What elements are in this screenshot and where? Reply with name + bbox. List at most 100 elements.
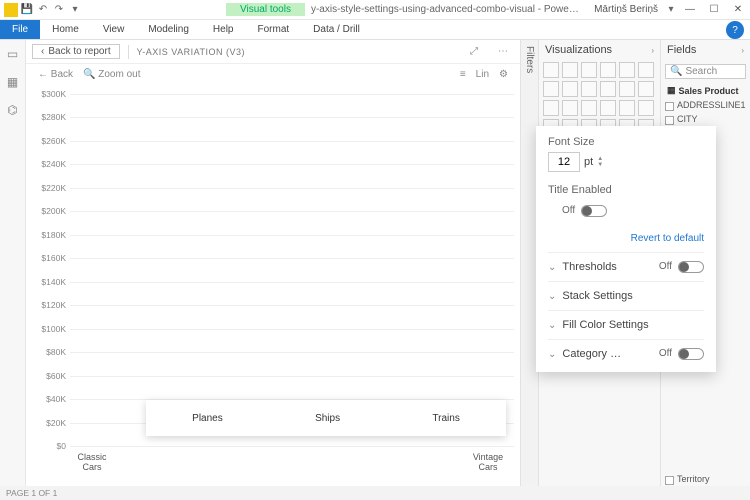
popup-cat: Ships <box>315 413 340 424</box>
visual-options-icon[interactable]: ⋯ <box>492 46 514 57</box>
field-row[interactable]: CITY <box>661 112 750 126</box>
signed-in-user[interactable]: Mārtiņš Beriņš <box>588 4 664 15</box>
visual-type-icon[interactable] <box>619 62 635 78</box>
chart-settings-icon[interactable]: ⚙ <box>499 69 508 80</box>
y-axis-tick: $60K <box>32 371 70 381</box>
chevron-right-icon[interactable]: › <box>651 46 654 55</box>
visual-type-icon[interactable] <box>600 100 616 116</box>
close-button[interactable]: ✕ <box>726 1 750 19</box>
visual-type-icon[interactable] <box>543 81 559 97</box>
tab-data-drill[interactable]: Data / Drill <box>301 20 372 39</box>
user-dropdown-icon[interactable]: ▾ <box>664 3 678 17</box>
chevron-down-icon: ⌄ <box>548 291 556 302</box>
x-axis-label <box>114 450 158 480</box>
report-view-icon[interactable]: ▭ <box>5 46 21 62</box>
visual-type-icon[interactable] <box>543 100 559 116</box>
back-to-report-button[interactable]: ‹ Back to report <box>32 44 120 59</box>
redo-icon[interactable]: ↷ <box>52 3 66 17</box>
popover-section-category[interactable]: ⌄Category … Off <box>548 339 704 368</box>
app-logo <box>4 3 18 17</box>
title-enabled-label: Title Enabled <box>548 184 704 196</box>
table-node[interactable]: ▦ Sales Product <box>661 83 750 98</box>
back-to-report-label: Back to report <box>48 46 110 57</box>
contextual-tab[interactable]: Visual tools <box>226 3 305 16</box>
chevron-right-icon[interactable]: › <box>741 46 744 55</box>
visual-type-icon[interactable] <box>562 62 578 78</box>
visualizations-header: Visualizations <box>545 44 612 56</box>
popover-section-stack[interactable]: ⌄Stack Settings <box>548 281 704 310</box>
save-icon[interactable]: 💾 <box>20 3 34 17</box>
tab-modeling[interactable]: Modeling <box>136 20 201 39</box>
help-icon[interactable]: ? <box>726 21 744 39</box>
popover-section-thresholds[interactable]: ⌄Thresholds Off <box>548 252 704 281</box>
field-checkbox[interactable] <box>665 116 674 125</box>
x-axis-label: Classic Cars <box>70 450 114 480</box>
chevron-left-icon: ‹ <box>41 46 44 57</box>
toggle-state-label: Off <box>562 205 575 216</box>
field-checkbox[interactable] <box>665 102 674 111</box>
field-checkbox[interactable] <box>665 476 674 485</box>
y-axis-tick: $200K <box>32 206 70 216</box>
page-tab-name: Y-AXIS VARIATION (V3) <box>137 47 245 57</box>
category-toggle[interactable]: Off <box>659 348 704 360</box>
y-axis-tick: $180K <box>32 230 70 240</box>
font-size-input[interactable] <box>548 152 580 172</box>
visual-type-icon[interactable] <box>600 81 616 97</box>
tab-format[interactable]: Format <box>245 20 301 39</box>
chart-zoom-out-button[interactable]: 🔍 Zoom out <box>83 69 140 80</box>
tab-file[interactable]: File <box>0 20 40 39</box>
x-axis-label: Vintage Cars <box>466 450 510 480</box>
focus-mode-icon[interactable]: ⤢ <box>464 46 484 57</box>
y-axis-tick: $160K <box>32 253 70 263</box>
y-axis-tick: $100K <box>32 324 70 334</box>
fields-search-input[interactable]: 🔍 Search <box>665 64 746 79</box>
visual-type-icon[interactable] <box>600 62 616 78</box>
x-axis-label <box>290 450 334 480</box>
model-view-icon[interactable]: ⌬ <box>5 102 21 118</box>
filters-label: Filters <box>524 40 535 73</box>
title-enabled-toggle[interactable]: Off <box>562 205 607 217</box>
x-axis-label <box>334 450 378 480</box>
ribbon-tabs: File Home View Modeling Help Format Data… <box>0 20 750 40</box>
chart-scale-lin[interactable]: Lin <box>476 69 489 80</box>
y-axis-tick: $20K <box>32 418 70 428</box>
visual-type-icon[interactable] <box>581 81 597 97</box>
tab-view[interactable]: View <box>91 20 137 39</box>
visual-type-icon[interactable] <box>581 100 597 116</box>
minimize-button[interactable]: — <box>678 1 702 19</box>
maximize-button[interactable]: ☐ <box>702 1 726 19</box>
undo-icon[interactable]: ↶ <box>36 3 50 17</box>
chart-menu-icon[interactable]: ≡ <box>460 69 466 80</box>
qat-dropdown-icon[interactable]: ▾ <box>68 3 82 17</box>
x-axis-label <box>422 450 466 480</box>
axis-tooltip-popup: Planes Ships Trains <box>146 400 506 436</box>
visual-type-icon[interactable] <box>581 62 597 78</box>
search-placeholder: Search <box>685 66 717 77</box>
chevron-down-icon: ⌄ <box>548 262 556 273</box>
chevron-down-icon: ⌄ <box>548 320 556 331</box>
status-bar: PAGE 1 OF 1 <box>0 486 750 500</box>
chart-back-button[interactable]: ← Back <box>38 69 73 80</box>
y-axis-tick: $260K <box>32 136 70 146</box>
field-row[interactable]: ADDRESSLINE1 <box>661 98 750 112</box>
visual-type-icon[interactable] <box>638 62 654 78</box>
data-view-icon[interactable]: ▦ <box>5 74 21 90</box>
visual-type-icon[interactable] <box>562 81 578 97</box>
y-axis-tick: $40K <box>32 394 70 404</box>
y-axis-tick: $140K <box>32 277 70 287</box>
visual-type-icon[interactable] <box>619 100 635 116</box>
tab-help[interactable]: Help <box>201 20 246 39</box>
spinner-down-icon[interactable]: ▼ <box>597 162 603 168</box>
revert-to-default-link[interactable]: Revert to default <box>548 233 704 244</box>
field-row[interactable]: Territory <box>661 472 750 486</box>
tab-home[interactable]: Home <box>40 20 91 39</box>
visual-type-icon[interactable] <box>638 100 654 116</box>
visual-type-icon[interactable] <box>638 81 654 97</box>
visual-type-icon[interactable] <box>619 81 635 97</box>
thresholds-toggle[interactable]: Off <box>659 261 704 273</box>
x-axis-label <box>378 450 422 480</box>
y-axis-tick: $280K <box>32 112 70 122</box>
popover-section-fill-color[interactable]: ⌄Fill Color Settings <box>548 310 704 339</box>
visual-type-icon[interactable] <box>562 100 578 116</box>
visual-type-icon[interactable] <box>543 62 559 78</box>
